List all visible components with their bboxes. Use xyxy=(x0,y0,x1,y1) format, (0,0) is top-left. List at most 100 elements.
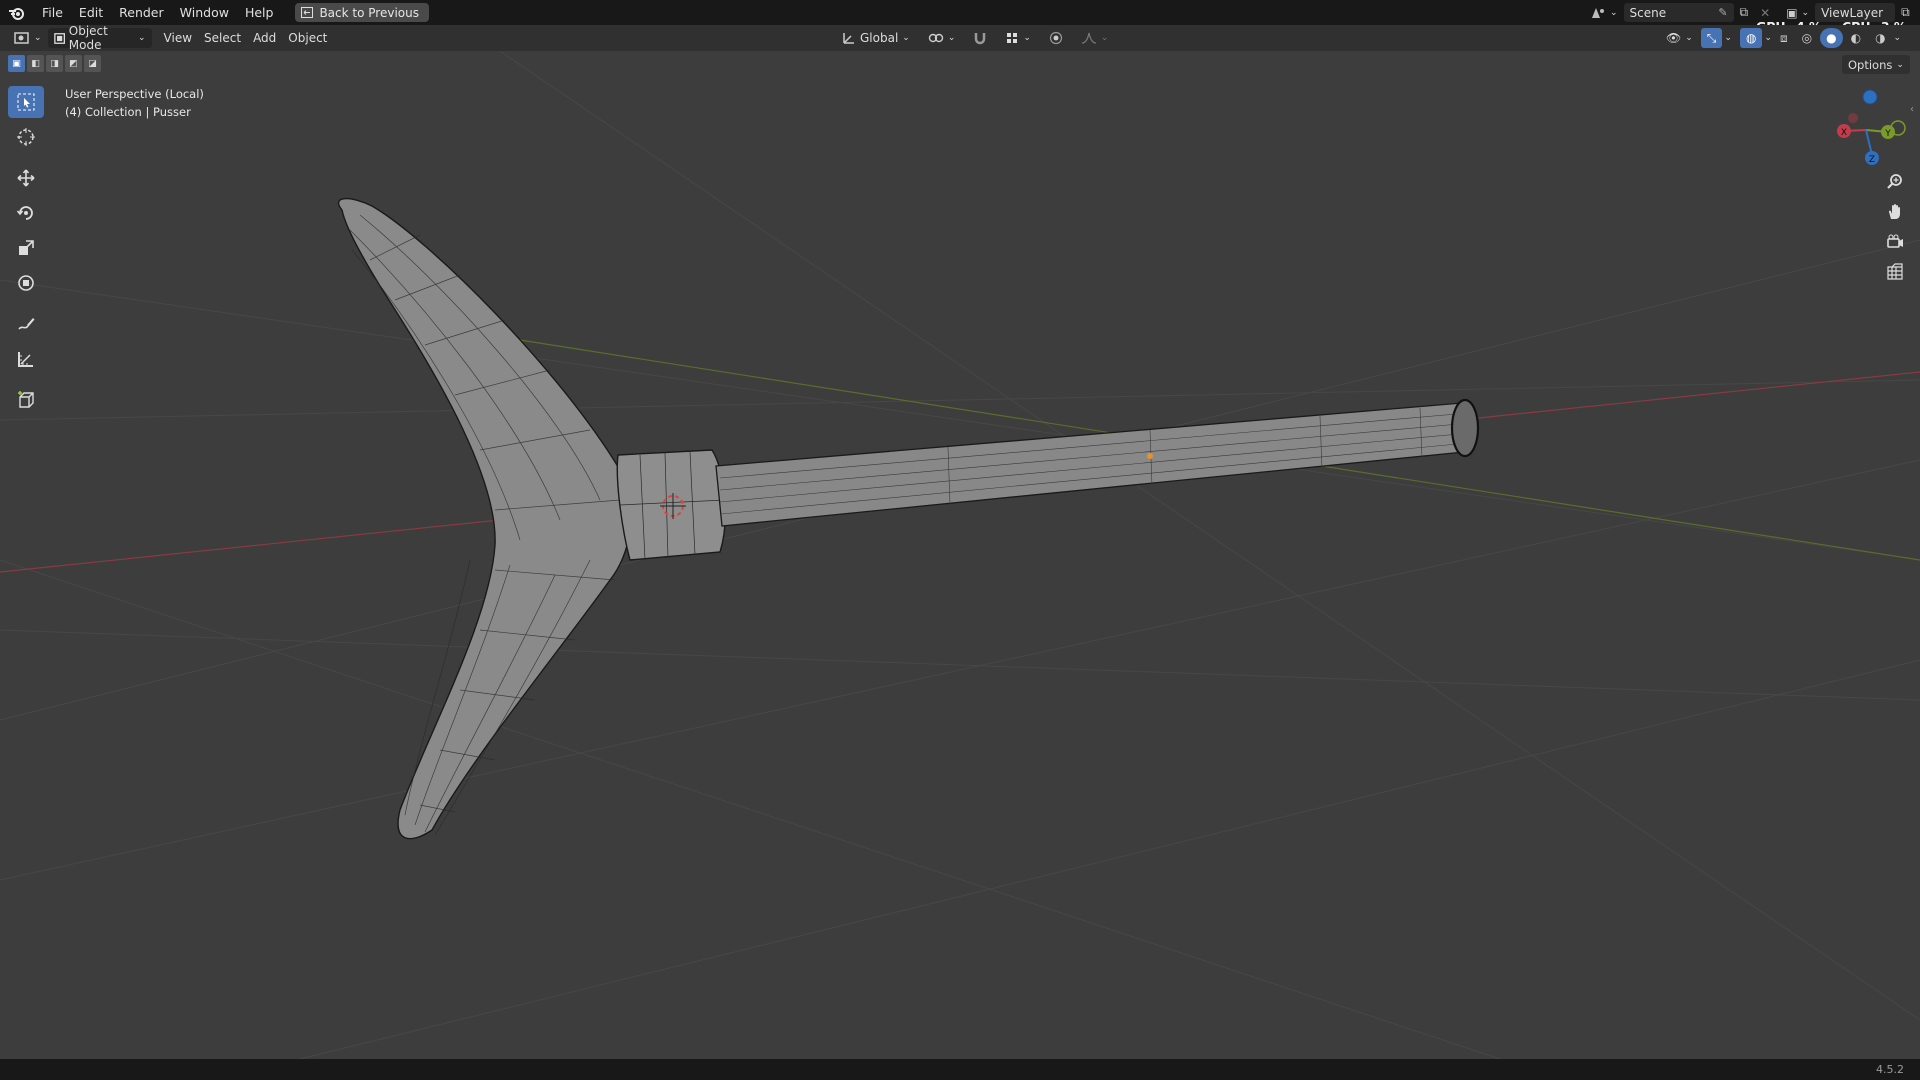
chevron-down-icon[interactable]: ⌄ xyxy=(1894,33,1902,43)
viewport-display-controls: 👁 ⌄ ⤡ ⌄ ◍ ⌄ ⧈ ◎ ● ◐ ◑ ⌄ xyxy=(1660,28,1901,48)
snap-grid-icon xyxy=(1007,33,1018,43)
falloff-curve-icon xyxy=(1081,32,1096,44)
scene-browse-button[interactable]: ⌄ xyxy=(1584,3,1624,23)
camera-icon xyxy=(1887,234,1903,248)
close-icon: ✕ xyxy=(1760,5,1771,20)
proportional-edit-toggle[interactable] xyxy=(1043,28,1069,48)
chevron-down-icon: ⌄ xyxy=(1896,59,1904,70)
scene-icon xyxy=(1592,7,1604,18)
menu-file[interactable]: File xyxy=(34,0,71,25)
menu-window[interactable]: Window xyxy=(172,0,237,25)
object-mode-icon xyxy=(53,32,65,44)
viewport-scene[interactable]: X Y Z xyxy=(0,51,1920,1059)
blender-logo-icon[interactable] xyxy=(0,5,34,21)
shading-rendered[interactable]: ◑ xyxy=(1869,28,1891,48)
pin-icon[interactable]: ✎ xyxy=(1718,6,1727,19)
menu-add[interactable]: Add xyxy=(247,28,282,48)
chevron-down-icon[interactable]: ⌄ xyxy=(1724,33,1732,43)
menu-edit[interactable]: Edit xyxy=(71,0,111,25)
menu-select[interactable]: Select xyxy=(198,28,247,48)
tool-annotate[interactable] xyxy=(8,308,44,340)
select-invert-icon: ◩ xyxy=(69,58,78,69)
navigation-gizmo[interactable]: X Y Z xyxy=(1837,89,1906,165)
editor-type-icon xyxy=(14,32,29,44)
gizmo-icon: ⤡ xyxy=(1706,30,1717,45)
status-bar: 4.5.2 xyxy=(0,1059,1920,1080)
shading-wireframe[interactable]: ◎ xyxy=(1796,28,1818,48)
tool-add-cube[interactable] xyxy=(8,384,44,416)
top-menu-bar: File Edit Render Window Help Back to Pre… xyxy=(0,0,1920,34)
snap-target-dropdown[interactable]: ⌄ xyxy=(999,28,1037,48)
chevron-down-icon[interactable]: ⌄ xyxy=(1764,33,1772,43)
cursor-icon xyxy=(17,128,35,146)
tool-rotate[interactable] xyxy=(8,197,44,229)
copy-icon: ⧉ xyxy=(1739,5,1749,19)
transform-controls: Global ⌄ ⌄ ⌄ ⌄ xyxy=(836,28,1114,48)
menu-view[interactable]: View xyxy=(158,28,198,48)
tool-select-box[interactable] xyxy=(8,86,44,118)
gizmo-toggle[interactable]: ⤡ xyxy=(1700,28,1723,48)
options-dropdown[interactable]: Options ⌄ xyxy=(1842,55,1910,74)
tool-cursor[interactable] xyxy=(8,121,44,153)
tool-transform[interactable] xyxy=(8,267,44,299)
select-new-button[interactable]: ▣ xyxy=(8,55,25,72)
chevron-down-icon: ⌄ xyxy=(902,33,910,43)
ortho-toggle-button[interactable] xyxy=(1880,258,1910,286)
pivot-icon xyxy=(928,33,944,43)
select-extend-button[interactable]: ◧ xyxy=(27,55,44,72)
pivot-point-dropdown[interactable]: ⌄ xyxy=(922,28,962,48)
selection-mode-buttons: ▣ ◧ ◨ ◩ ◪ xyxy=(8,55,101,72)
select-extend-icon: ◧ xyxy=(31,58,40,69)
move-icon xyxy=(17,169,35,187)
hand-icon xyxy=(1888,204,1900,219)
transform-icon xyxy=(18,275,34,291)
viewlayer-name: ViewLayer xyxy=(1821,5,1884,20)
tool-scale[interactable] xyxy=(8,232,44,264)
new-scene-button[interactable]: ⧉ xyxy=(1734,3,1755,23)
select-intersect-icon: ◪ xyxy=(88,58,97,69)
tool-measure[interactable] xyxy=(8,343,44,375)
orientation-label: Global xyxy=(860,31,899,45)
transform-orientation-dropdown[interactable]: Global ⌄ xyxy=(836,28,916,48)
zoom-button[interactable] xyxy=(1880,168,1910,196)
wireframe-sphere-icon: ◎ xyxy=(1801,31,1813,45)
scene-name-field[interactable]: Scene ✎ xyxy=(1623,3,1734,22)
version-label: 4.5.2 xyxy=(1876,1063,1904,1076)
select-invert-button[interactable]: ◩ xyxy=(65,55,82,72)
falloff-dropdown[interactable]: ⌄ xyxy=(1075,28,1115,48)
solid-sphere-icon: ● xyxy=(1826,31,1837,45)
viewlayer-icon: ▣ xyxy=(1786,5,1798,20)
gizmo-z-label: Z xyxy=(1869,155,1875,165)
select-intersect-button[interactable]: ◪ xyxy=(84,55,101,72)
camera-view-button[interactable] xyxy=(1880,228,1910,256)
sidebar-toggle-icon[interactable]: ‹ xyxy=(1910,104,1914,115)
xray-toggle[interactable]: ⧈ xyxy=(1774,28,1794,48)
select-subtract-icon: ◨ xyxy=(50,58,59,69)
snap-toggle[interactable] xyxy=(967,28,993,48)
zoom-icon xyxy=(1887,174,1902,189)
rotate-icon xyxy=(16,206,33,220)
view-name: User Perspective (Local) xyxy=(65,87,204,101)
mesh-pusser[interactable] xyxy=(338,197,1480,840)
menu-help[interactable]: Help xyxy=(237,0,282,25)
proportional-icon xyxy=(1049,31,1063,45)
mode-selector[interactable]: Object Mode ⌄ xyxy=(47,24,152,52)
shading-solid[interactable]: ● xyxy=(1820,28,1843,48)
overlays-toggle[interactable]: ◍ xyxy=(1739,28,1763,48)
xray-icon: ⧈ xyxy=(1779,30,1788,45)
3d-viewport[interactable]: X Y Z ▣ ◧ ◨ ◩ ◪ Options ⌄ User Perspecti… xyxy=(0,51,1920,1059)
editor-type-button[interactable]: ⌄ xyxy=(8,28,48,48)
add-cube-icon xyxy=(18,391,34,408)
material-sphere-icon: ◐ xyxy=(1850,31,1862,45)
menu-render[interactable]: Render xyxy=(111,0,172,25)
gizmo-x-label: X xyxy=(1841,128,1847,138)
object-origin xyxy=(1147,453,1153,459)
back-to-previous-button[interactable]: Back to Previous xyxy=(295,3,429,22)
visibility-dropdown[interactable]: 👁 ⌄ xyxy=(1660,28,1699,48)
menu-object[interactable]: Object xyxy=(282,28,333,48)
tool-shelf xyxy=(8,86,46,419)
shading-material[interactable]: ◐ xyxy=(1845,28,1867,48)
select-subtract-button[interactable]: ◨ xyxy=(46,55,63,72)
pan-button[interactable] xyxy=(1880,198,1910,226)
tool-move[interactable] xyxy=(8,162,44,194)
